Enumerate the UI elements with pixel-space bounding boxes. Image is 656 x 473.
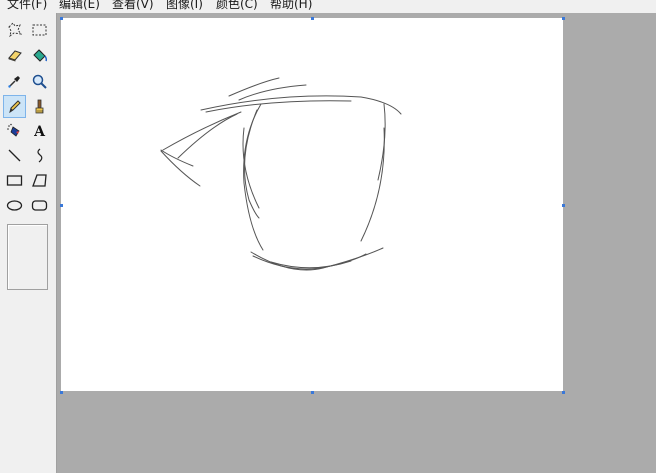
free-form-select-tool[interactable] [3,18,26,41]
resize-handle-middle-left[interactable] [60,204,63,207]
eraser-tool[interactable] [3,44,26,67]
svg-text:A: A [33,124,46,139]
menu-bar: 文件(F) 编辑(E) 查看(V) 图像(I) 颜色(C) 帮助(H) [0,0,656,13]
text-icon: A [33,124,46,139]
brush-tool[interactable] [28,95,51,118]
pencil-tool[interactable] [3,95,26,118]
airbrush-icon [7,123,20,137]
rounded-rectangle-tool[interactable] [28,194,51,217]
rectangle-icon [6,175,23,186]
magnifier-icon [32,74,47,89]
menu-image[interactable]: 图像(I) [166,0,203,12]
eyedropper-icon [8,76,20,88]
rounded-rectangle-icon [31,200,48,211]
polygon-icon [32,174,47,187]
eraser-icon [8,50,22,62]
brush-icon [35,99,44,114]
resize-handle-middle-right[interactable] [562,204,565,207]
airbrush-tool[interactable] [3,119,26,142]
ellipse-tool[interactable] [3,194,26,217]
fill-bucket-icon [33,49,48,62]
magnifier-tool[interactable] [28,70,51,93]
menu-view[interactable]: 查看(V) [112,0,154,12]
polygon-tool[interactable] [28,169,51,192]
free-form-select-icon [8,22,23,38]
eye-sketch [160,77,402,271]
toolbox: A [0,13,57,473]
menu-edit[interactable]: 编辑(E) [59,0,100,12]
line-icon [8,149,21,162]
fill-with-color-tool[interactable] [28,44,51,67]
menu-file[interactable]: 文件(F) [7,0,47,12]
resize-handle-top-center[interactable] [311,17,314,20]
curve-icon [37,148,43,163]
ellipse-icon [6,200,23,211]
resize-handle-bottom-right[interactable] [562,391,565,394]
select-icon [32,24,47,36]
rectangle-tool[interactable] [3,169,26,192]
text-tool[interactable]: A [28,119,51,142]
menu-colors[interactable]: 颜色(C) [216,0,258,12]
tool-options-box[interactable] [7,224,48,290]
curve-tool[interactable] [28,144,51,167]
drawing-canvas[interactable] [61,18,563,391]
menu-help[interactable]: 帮助(H) [270,0,312,12]
pick-color-tool[interactable] [3,70,26,93]
resize-handle-top-right[interactable] [562,17,565,20]
line-tool[interactable] [3,144,26,167]
select-tool[interactable] [28,18,51,41]
pencil-icon [9,100,21,114]
resize-handle-top-left[interactable] [60,17,63,20]
resize-handle-bottom-center[interactable] [311,391,314,394]
resize-handle-bottom-left[interactable] [60,391,63,394]
